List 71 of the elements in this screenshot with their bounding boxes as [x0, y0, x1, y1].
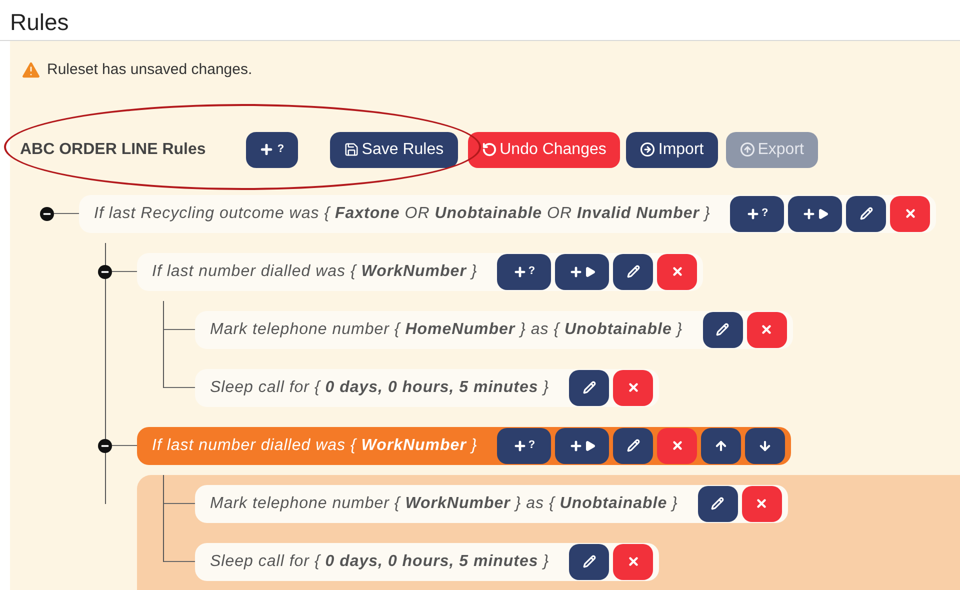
warning-message: Ruleset has unsaved changes.	[47, 60, 252, 80]
page-title: Rules	[10, 11, 69, 34]
action-text: Mark telephone number { WorkNumber } as { Unobtainable }	[210, 494, 678, 514]
add-action-button[interactable]	[555, 428, 610, 464]
add-action-button[interactable]	[555, 254, 610, 290]
close-icon	[670, 265, 684, 278]
plus-icon	[568, 264, 583, 278]
play-icon	[584, 440, 596, 452]
action-text: Sleep call for { 0 days, 0 hours, 5 minutes }	[210, 552, 550, 572]
close-icon	[670, 439, 684, 452]
action-row[interactable]: Mark telephone number { HomeNumber } as { Unobtainable }	[195, 310, 793, 348]
edit-button[interactable]	[698, 486, 738, 522]
action-row[interactable]: Mark telephone number { WorkNumber } as { Unobtainable }	[195, 484, 788, 522]
action-text: Mark telephone number { HomeNumber } as { Unobtainable }	[210, 320, 683, 340]
delete-button[interactable]	[890, 196, 930, 232]
add-condition-button[interactable]: ?	[246, 132, 298, 168]
close-icon	[904, 207, 917, 220]
action-row[interactable]: Sleep call for { 0 days, 0 hours, 5 minutes }	[195, 368, 660, 406]
edit-button[interactable]	[569, 370, 610, 406]
add-condition-button[interactable]: ?	[497, 428, 552, 464]
pencil-icon	[582, 381, 596, 394]
pencil-icon	[582, 555, 596, 568]
edit-button[interactable]	[613, 428, 654, 464]
move-down-button[interactable]	[745, 428, 786, 464]
condition-row[interactable]: If last number dialled was { WorkNumber } ?	[137, 426, 792, 464]
add-condition-button[interactable]: ?	[730, 196, 784, 232]
collapse-toggle[interactable]	[40, 206, 54, 220]
pencil-icon	[711, 497, 724, 510]
save-button[interactable]: Save Rules	[330, 132, 458, 168]
condition-text: If last number dialled was { WorkNumber }	[152, 436, 478, 456]
plus-icon	[513, 438, 528, 452]
close-icon	[755, 497, 768, 510]
delete-button[interactable]	[746, 312, 787, 348]
condition-row[interactable]: If last Recycling outcome was { Faxtone OR Unobtainable OR Invalid Number } ?	[79, 194, 936, 232]
undo-icon	[482, 142, 497, 157]
plus-icon	[746, 206, 760, 220]
plus-icon	[513, 264, 528, 278]
delete-button[interactable]	[613, 544, 654, 580]
condition-text: If last Recycling outcome was { Faxtone OR Unobtainable OR Invalid Number }	[94, 204, 710, 224]
close-icon	[760, 323, 774, 336]
action-text: Sleep call for { 0 days, 0 hours, 5 minutes }	[210, 378, 550, 398]
delete-button[interactable]	[657, 428, 698, 464]
play-icon	[584, 266, 596, 278]
edit-button[interactable]	[569, 544, 610, 580]
collapse-toggle[interactable]	[98, 264, 112, 278]
plus-icon	[568, 438, 583, 452]
condition-row[interactable]: If last number dialled was { WorkNumber } ?	[137, 252, 704, 290]
import-button[interactable]: Import	[626, 132, 718, 168]
plus-icon	[259, 142, 274, 157]
undo-button[interactable]: Undo Changes	[468, 132, 620, 168]
close-icon	[626, 381, 640, 394]
move-up-button[interactable]	[701, 428, 742, 464]
pencil-icon	[626, 265, 640, 278]
pencil-icon	[860, 207, 873, 220]
condition-text: If last number dialled was { WorkNumber }	[152, 262, 478, 282]
edit-button[interactable]	[846, 196, 886, 232]
close-icon	[626, 555, 640, 568]
delete-button[interactable]	[613, 370, 654, 406]
action-row[interactable]: Sleep call for { 0 days, 0 hours, 5 minutes }	[195, 542, 660, 580]
pencil-icon	[626, 439, 640, 452]
collapse-toggle[interactable]	[98, 438, 112, 452]
play-icon	[816, 208, 829, 220]
delete-button[interactable]	[742, 486, 782, 522]
edit-button[interactable]	[613, 254, 654, 290]
pencil-icon	[716, 323, 730, 336]
edit-button[interactable]	[702, 312, 743, 348]
add-action-button[interactable]	[788, 196, 842, 232]
add-condition-button[interactable]: ?	[497, 254, 552, 290]
ruleset-title: ABC ORDER LINE Rules	[20, 140, 206, 160]
plus-icon	[802, 206, 816, 220]
delete-button[interactable]	[657, 254, 698, 290]
